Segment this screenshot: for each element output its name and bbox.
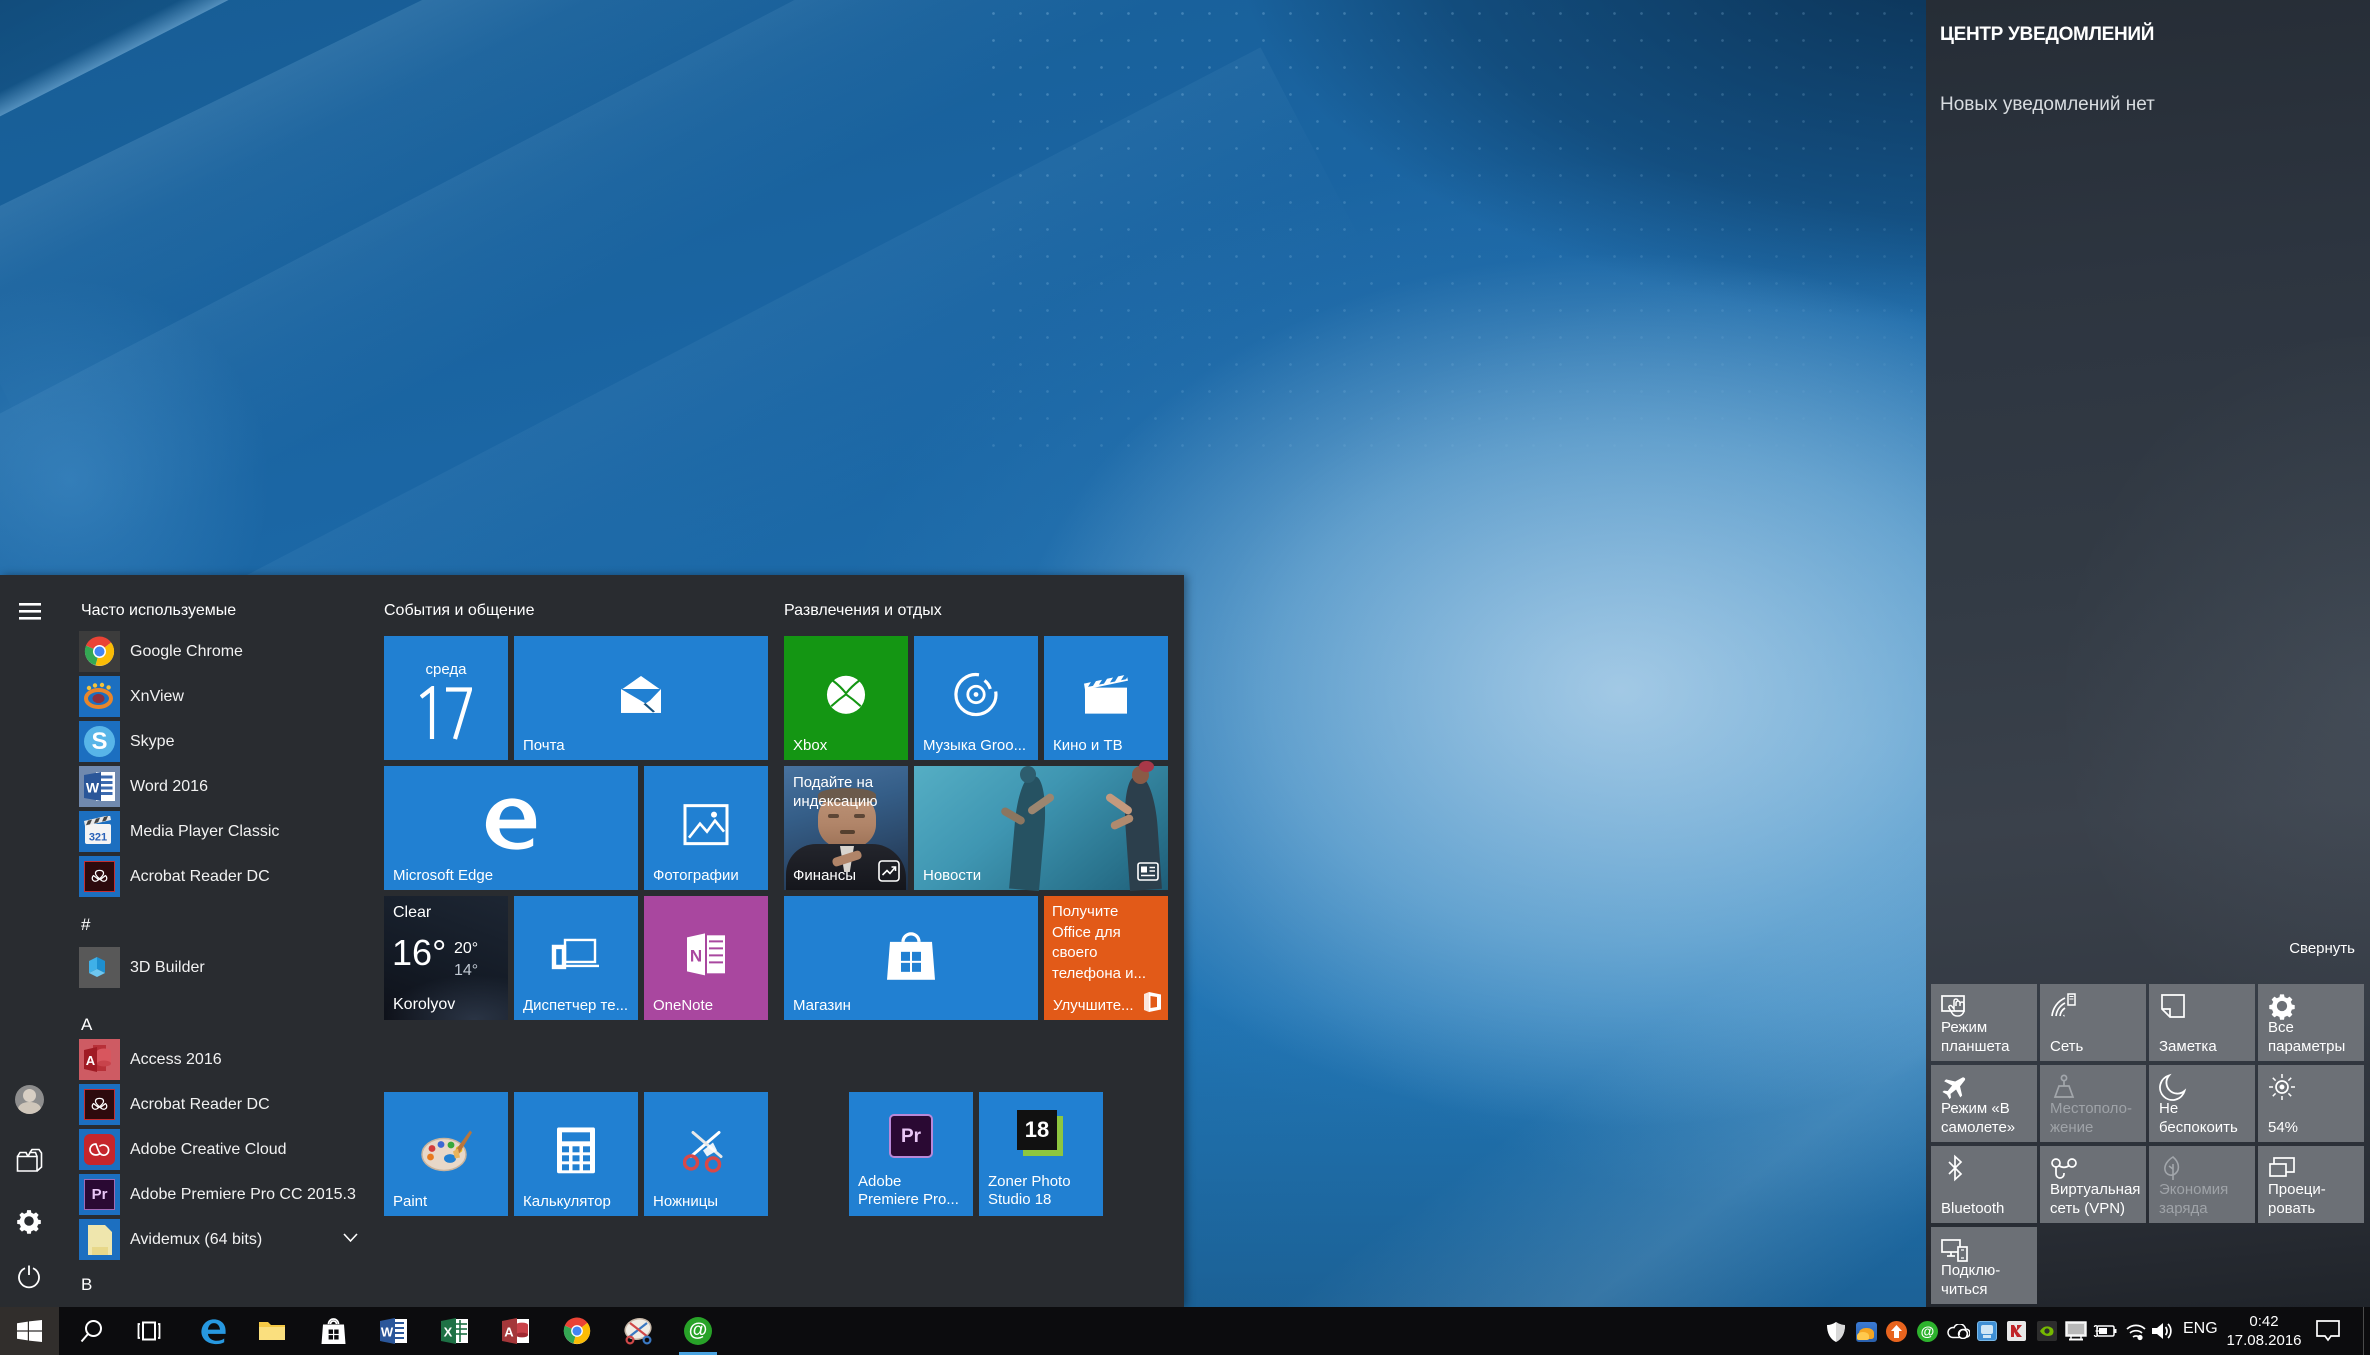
svg-text:A: A [504, 1325, 514, 1340]
svg-text:321: 321 [89, 832, 107, 844]
svg-text:W: W [381, 1325, 394, 1340]
svg-text:X: X [444, 1325, 453, 1340]
svg-text:A: A [86, 1053, 96, 1068]
svg-text:W: W [86, 780, 100, 796]
svg-text:N: N [690, 946, 702, 965]
